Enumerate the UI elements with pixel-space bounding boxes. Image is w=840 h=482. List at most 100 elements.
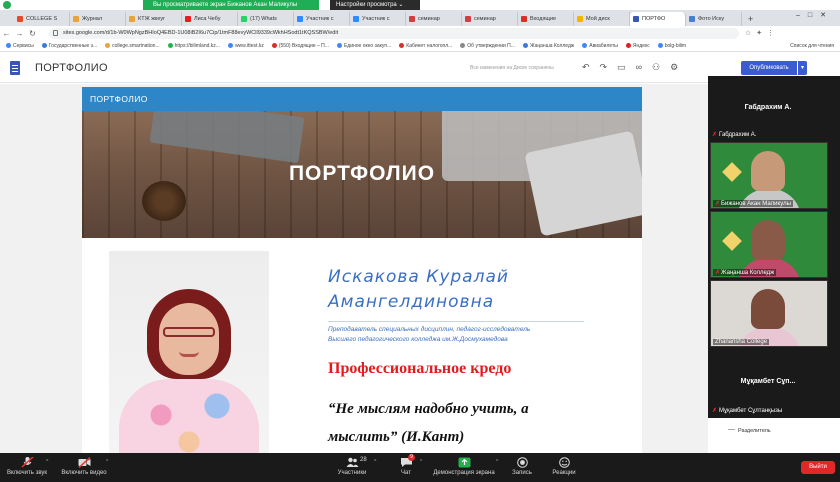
reading-list-link[interactable]: Список для чтения bbox=[790, 43, 834, 49]
divider-option[interactable]: Разделитель bbox=[738, 428, 771, 434]
tab-favicon-icon bbox=[633, 16, 639, 22]
bookmark-item[interactable]: (550) Входящие – П... bbox=[271, 43, 329, 49]
tab-favicon-icon bbox=[297, 16, 303, 22]
browser-tab[interactable]: семинар bbox=[406, 12, 462, 26]
publish-dropdown-button[interactable]: ▾ bbox=[798, 61, 807, 75]
bookmark-label: Государственные з... bbox=[48, 42, 98, 49]
undo-icon[interactable]: ↶ bbox=[582, 62, 600, 72]
bookmark-label: Жаңанша Колледж bbox=[529, 42, 575, 49]
active-speaker-name: Габдрахим А. bbox=[744, 104, 792, 111]
bookmark-item[interactable]: Об утверждении П... bbox=[460, 43, 515, 49]
bookmark-item[interactable]: Единое окно закуп... bbox=[336, 43, 391, 49]
browser-tab[interactable]: Участник с bbox=[350, 12, 406, 26]
chat-caret-icon[interactable]: ^ bbox=[420, 459, 422, 465]
reload-icon[interactable]: ↻ bbox=[26, 29, 39, 38]
browser-tab[interactable]: ПОРТФО bbox=[630, 12, 686, 26]
share-caret-icon[interactable]: ^ bbox=[496, 459, 498, 465]
site-page: ПОРТФОЛИО ПОРТФОЛИО Искакова Куралай Ама… bbox=[82, 87, 642, 453]
tab-label: Лиса Чебу bbox=[194, 16, 221, 22]
tab-label: Журнал bbox=[82, 16, 103, 22]
hero-title[interactable]: ПОРТФОЛИО bbox=[82, 162, 642, 186]
browser-tab[interactable]: Журнал bbox=[70, 12, 126, 26]
participant-2-face bbox=[751, 220, 785, 260]
publish-button[interactable]: Опубликовать bbox=[741, 61, 797, 75]
window-controls[interactable]: –□✕ bbox=[796, 11, 834, 19]
participant-tile-2[interactable]: ✗Жаңанша Колледж bbox=[710, 211, 828, 278]
bookmark-item[interactable]: www.ittest.kz bbox=[227, 43, 264, 49]
credo-quote[interactable]: “Не мыслям надобно учить, а мыслить” (И.… bbox=[328, 395, 628, 451]
bookmark-item[interactable]: Сервисы bbox=[6, 43, 34, 49]
bookmark-item[interactable]: Государственные з... bbox=[41, 42, 98, 49]
settings-gear-icon[interactable]: ⚙ bbox=[670, 62, 688, 72]
video-off-icon bbox=[77, 457, 91, 468]
college-logo-icon bbox=[722, 162, 742, 182]
bookmark-item[interactable]: college.smartnation... bbox=[105, 43, 160, 49]
redo-icon[interactable]: ↷ bbox=[600, 62, 618, 72]
preview-icon[interactable]: ▭ bbox=[617, 62, 636, 72]
credo-heading[interactable]: Профессиональное кредо bbox=[328, 360, 511, 378]
teacher-name[interactable]: Искакова Куралай Амангелдиновна bbox=[328, 265, 628, 315]
photo-glasses bbox=[163, 327, 215, 337]
url-field[interactable]: sites.google.com/d/1b-W0WpNgzBHIoQ4EBD-1… bbox=[49, 27, 739, 39]
bookmark-item[interactable]: bolg-bilim bbox=[657, 43, 686, 49]
participants-caret-icon[interactable]: ^ bbox=[374, 459, 376, 465]
teacher-position[interactable]: Преподаватель специальных дисциплин, пед… bbox=[328, 325, 628, 345]
view-settings-button[interactable]: Настройки просмотра ⌄ bbox=[330, 0, 420, 10]
bookmark-label: Авиабилеты bbox=[589, 42, 618, 49]
page-nav-title[interactable]: ПОРТФОЛИО bbox=[82, 87, 642, 111]
browser-tab[interactable]: Фото Иску bbox=[686, 12, 742, 26]
browser-tab[interactable]: Мой диск bbox=[574, 12, 630, 26]
unmute-button[interactable]: Включить звук bbox=[4, 453, 50, 482]
zoom-toolbar: Включить звук ^ Включить видео ^ Участни… bbox=[0, 453, 840, 482]
muted-mic-icon: ✗ bbox=[715, 270, 721, 276]
tab-favicon-icon bbox=[17, 16, 23, 22]
bookmark-item[interactable]: Авиабилеты bbox=[582, 43, 618, 49]
quote-line-2: мыслить” (И.Кант) bbox=[328, 429, 465, 445]
audio-options-caret-icon[interactable]: ^ bbox=[46, 459, 48, 465]
browser-tab[interactable]: Лиса Чебу bbox=[182, 12, 238, 26]
editor-toolbar[interactable]: ↶↷▭∞⚇⚙ bbox=[582, 62, 688, 73]
participant-tile-3[interactable]: Zhanansha College bbox=[710, 280, 828, 347]
share-screen-button[interactable]: Демонстрация экрана bbox=[430, 453, 498, 482]
back-arrow-icon[interactable]: ← bbox=[0, 29, 13, 38]
profile-photo[interactable] bbox=[109, 251, 269, 453]
browser-tab[interactable]: COLLEGE S bbox=[14, 12, 70, 26]
bookmark-item[interactable]: Кабинет налогопл... bbox=[399, 43, 452, 49]
forward-arrow-icon[interactable]: → bbox=[13, 29, 26, 38]
address-bar-icons[interactable]: ☆✦⋮ bbox=[745, 29, 779, 37]
add-icon[interactable]: — bbox=[728, 426, 735, 433]
address-bar: ← → ↻ sites.google.com/d/1b-W0WpNgzBHIoQ… bbox=[0, 26, 840, 40]
new-tab-plus-icon[interactable]: + bbox=[742, 12, 759, 26]
tab-label: Фото Иску bbox=[698, 16, 725, 22]
participant-label-top: ✗ Габдрахим А. bbox=[712, 132, 757, 138]
reactions-button[interactable]: Реакции bbox=[546, 453, 582, 482]
bookmark-item[interactable]: Яндекс bbox=[625, 43, 650, 49]
bookmark-item[interactable]: Жаңанша Колледж bbox=[522, 42, 575, 49]
hero-banner[interactable]: ПОРТФОЛИО bbox=[82, 111, 642, 238]
link-icon[interactable]: ∞ bbox=[636, 62, 652, 72]
screen: Вы просматриваете экран Бижанов Акан Мал… bbox=[0, 0, 840, 482]
participant-2-label: ✗Жаңанша Колледж bbox=[713, 269, 777, 276]
bookmark-item[interactable]: https://bilimland.kz... bbox=[167, 43, 220, 49]
reactions-label: Реакции bbox=[552, 470, 576, 476]
share-user-icon[interactable]: ⚇ bbox=[652, 62, 670, 72]
tab-favicon-icon bbox=[465, 16, 471, 22]
start-video-button[interactable]: Включить видео bbox=[58, 453, 110, 482]
chat-button[interactable]: Чат bbox=[392, 453, 420, 482]
participant-tile-1[interactable]: ✗Бижанов Акан Маликулы bbox=[710, 142, 828, 209]
leave-meeting-button[interactable]: Выйти bbox=[801, 461, 835, 474]
record-button[interactable]: Запись bbox=[506, 453, 538, 482]
name-line-2: Амангелдиновна bbox=[328, 292, 495, 312]
tab-favicon-icon bbox=[73, 16, 79, 22]
browser-tab[interactable]: семинар bbox=[462, 12, 518, 26]
browser-tab[interactable]: КТЖ жкеуг bbox=[126, 12, 182, 26]
browser-tab[interactable]: Входящие bbox=[518, 12, 574, 26]
tab-favicon-icon bbox=[521, 16, 527, 22]
browser-tab[interactable]: Участник с bbox=[294, 12, 350, 26]
video-options-caret-icon[interactable]: ^ bbox=[106, 459, 108, 465]
browser-tab[interactable]: (17) Whats bbox=[238, 12, 294, 26]
share-indicator-icon bbox=[3, 1, 11, 9]
zoom-participants-panel: Габдрахим А. ✗ Габдрахим А. ✗Бижанов Акан… bbox=[708, 76, 840, 453]
google-sites-logo-icon[interactable] bbox=[10, 61, 20, 75]
site-title[interactable]: ПОРТФОЛИО bbox=[35, 62, 108, 74]
